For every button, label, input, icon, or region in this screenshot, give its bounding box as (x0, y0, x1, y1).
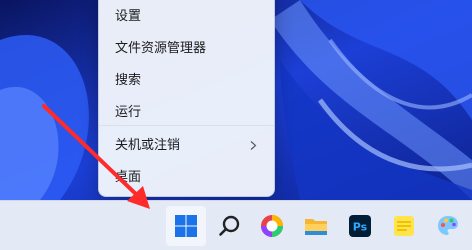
taskbar-paint-button[interactable] (428, 206, 468, 246)
start-context-menu: 设置 文件资源管理器 搜索 运行 关机或注销 桌面 (98, 0, 275, 197)
search-icon (219, 215, 240, 236)
photoshop-icon: Ps (349, 215, 371, 237)
menu-item-label: 设置 (115, 9, 142, 24)
taskbar-notes-button[interactable] (384, 206, 424, 246)
menu-item-settings[interactable]: 设置 (99, 3, 274, 31)
taskbar-file-explorer-button[interactable] (296, 206, 336, 246)
file-explorer-icon (305, 219, 327, 235)
menu-item-label: 运行 (115, 105, 142, 120)
menu-item-label: 搜索 (115, 73, 142, 88)
menu-item-desktop[interactable]: 桌面 (99, 164, 274, 192)
windows-logo-icon (175, 215, 197, 237)
paint-icon (438, 216, 458, 235)
menu-item-search[interactable]: 搜索 (99, 67, 274, 95)
photoshop-label: Ps (353, 221, 368, 234)
browser-colorful-icon (261, 215, 283, 237)
start-button[interactable] (166, 206, 206, 246)
taskbar-search-button[interactable] (210, 206, 250, 246)
notes-icon (394, 216, 414, 236)
menu-divider (99, 125, 274, 126)
menu-item-run[interactable]: 运行 (99, 99, 274, 127)
menu-item-file-explorer[interactable]: 文件资源管理器 (99, 35, 274, 63)
taskbar-photoshop-button[interactable]: Ps (340, 206, 380, 246)
menu-item-shutdown-signout[interactable]: 关机或注销 (99, 132, 274, 160)
menu-item-label: 文件资源管理器 (115, 41, 207, 56)
menu-item-label: 关机或注销 (115, 138, 181, 153)
menu-item-label: 桌面 (115, 170, 142, 185)
chevron-right-icon (250, 141, 257, 150)
taskbar-browser-button[interactable] (252, 206, 292, 246)
taskbar: Ps (0, 200, 472, 250)
